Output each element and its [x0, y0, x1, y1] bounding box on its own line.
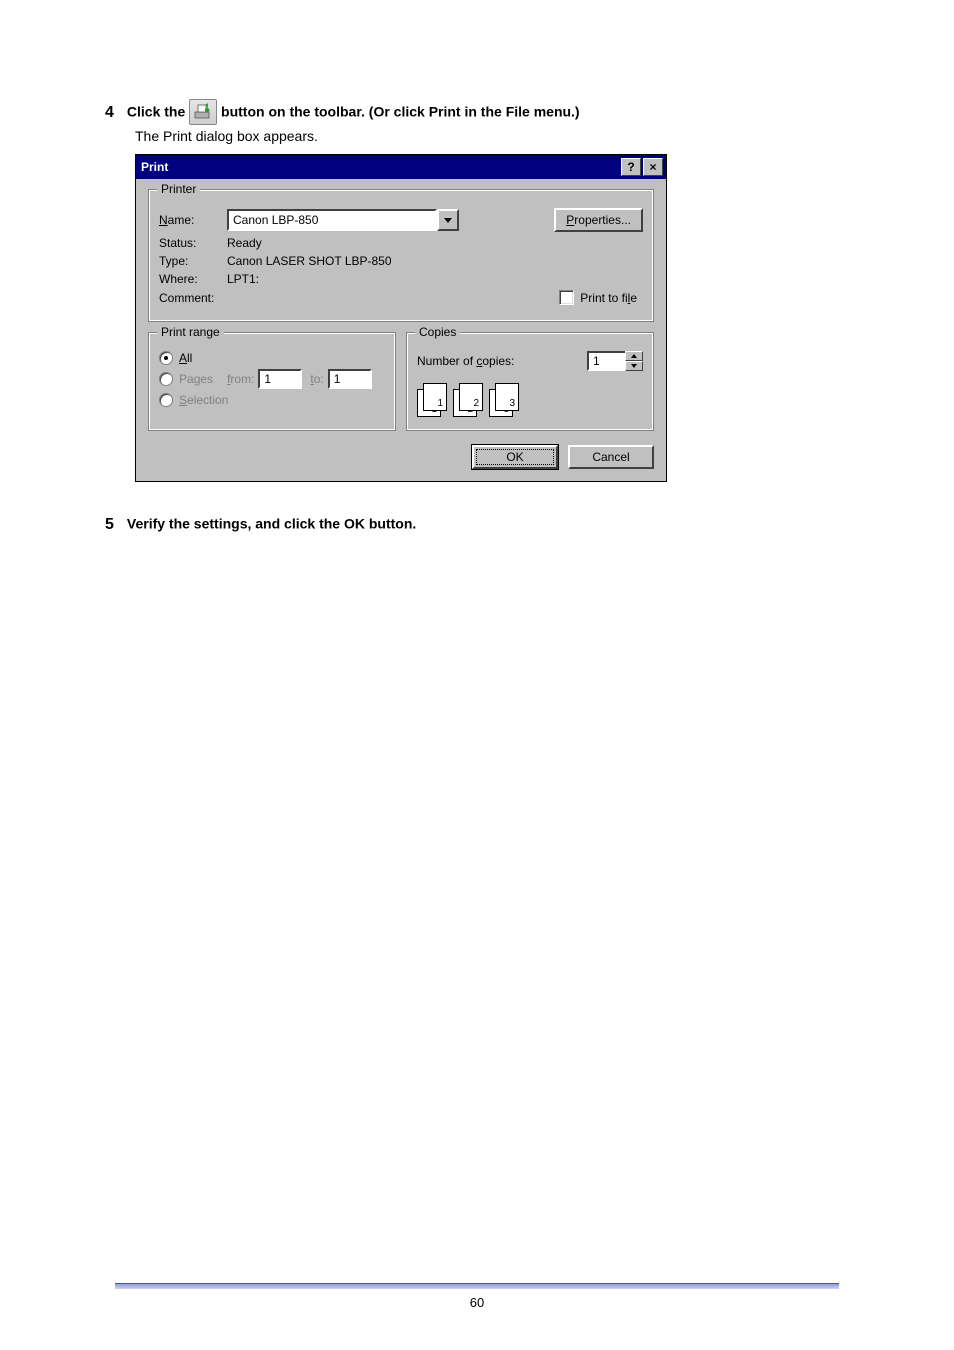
from-label: from:	[227, 372, 254, 386]
to-input[interactable]: 1	[328, 369, 372, 389]
page-number-icon: 2	[473, 398, 479, 409]
where-value: LPT1:	[227, 272, 259, 286]
printer-name-combo[interactable]: Canon LBP-850	[227, 209, 459, 231]
ok-button[interactable]: OK	[472, 445, 558, 469]
range-selection-label: Selection	[179, 393, 228, 407]
print-range-group: Print range All Pages from:	[148, 332, 396, 431]
print-to-file-checkbox[interactable]: Print to file	[559, 290, 637, 305]
close-icon: ×	[649, 161, 656, 173]
step-5-heading: 5 Verify the settings, and click the OK …	[105, 512, 839, 538]
step-4-heading: 4 Click the button on the toolbar. (Or c…	[105, 100, 839, 126]
radio-icon	[159, 372, 173, 386]
from-input[interactable]: 1	[258, 369, 302, 389]
spin-down-icon[interactable]	[625, 361, 643, 371]
close-button[interactable]: ×	[643, 158, 663, 176]
printer-legend: Printer	[157, 182, 200, 196]
comment-label: Comment:	[159, 291, 227, 305]
range-legend: Print range	[157, 325, 224, 339]
status-value: Ready	[227, 236, 262, 250]
range-pages-radio[interactable]: Pages	[159, 372, 213, 386]
copies-number-label: Number of copies:	[417, 354, 514, 368]
printer-group: Printer Name: Canon LBP-850 Properties..…	[148, 189, 654, 322]
step-5-number: 5	[105, 512, 123, 538]
printer-name-label: Name:	[159, 213, 227, 227]
to-label: to:	[310, 372, 323, 386]
chevron-down-icon[interactable]	[437, 209, 459, 231]
type-value: Canon LASER SHOT LBP-850	[227, 254, 392, 268]
step-4-suffix: button on the toolbar. (Or click Print i…	[221, 104, 580, 120]
step-4-prefix: Click the	[127, 104, 189, 120]
toolbar-print-icon	[189, 99, 217, 125]
status-label: Status:	[159, 236, 227, 250]
help-button[interactable]: ?	[621, 158, 641, 176]
help-icon: ?	[627, 161, 634, 173]
step-5-text: Verify the settings, and click the OK bu…	[127, 516, 416, 532]
print-to-file-label: Print to file	[580, 291, 637, 305]
print-dialog-titlebar: Print ? ×	[136, 155, 666, 179]
checkbox-icon	[559, 290, 574, 305]
copies-legend: Copies	[415, 325, 460, 339]
radio-icon	[159, 351, 173, 365]
properties-button[interactable]: Properties...	[554, 208, 643, 232]
range-all-label: All	[179, 351, 192, 365]
footer-divider	[115, 1283, 839, 1289]
collate-stack-3: 3 3	[489, 383, 519, 415]
page-footer: 60	[115, 1283, 839, 1310]
where-label: Where:	[159, 272, 227, 286]
range-pages-label: Pages	[179, 372, 213, 386]
copies-input[interactable]: 1	[587, 351, 627, 371]
page-number: 60	[115, 1295, 839, 1310]
copies-group: Copies Number of copies: 1 1 1	[406, 332, 654, 431]
spin-up-icon[interactable]	[625, 351, 643, 361]
collate-stack-2: 2 2	[453, 383, 483, 415]
cancel-button[interactable]: Cancel	[568, 445, 654, 469]
type-label: Type:	[159, 254, 227, 268]
page-number-icon: 3	[509, 398, 515, 409]
printer-name-value: Canon LBP-850	[227, 209, 437, 231]
dialog-title: Print	[139, 160, 619, 174]
range-all-radio[interactable]: All	[159, 351, 192, 365]
print-dialog: Print ? × Printer Name: Canon LBP-850	[135, 154, 667, 482]
range-selection-radio[interactable]: Selection	[159, 393, 228, 407]
collate-stack-1: 1 1	[417, 383, 447, 415]
radio-icon	[159, 393, 173, 407]
step-4-sub: The Print dialog box appears.	[135, 128, 839, 144]
copies-spinner[interactable]	[625, 351, 643, 371]
page-number-icon: 1	[437, 398, 443, 409]
step-4-number: 4	[105, 100, 123, 126]
collate-preview: 1 1 2 2 3 3	[417, 383, 519, 415]
